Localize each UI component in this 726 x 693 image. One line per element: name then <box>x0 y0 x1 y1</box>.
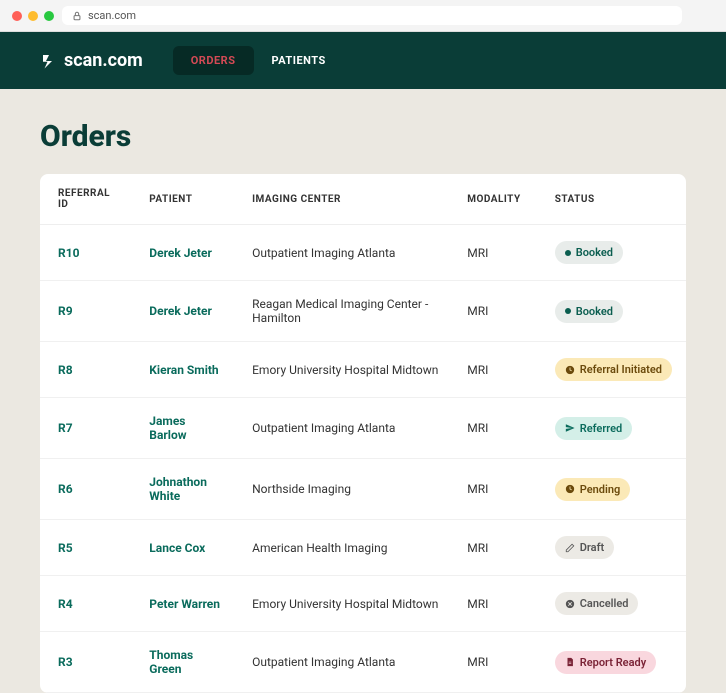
modality-cell: MRI <box>453 281 541 342</box>
report-ready-status-icon <box>565 657 575 667</box>
referred-status-icon <box>565 423 575 433</box>
table-row[interactable]: R10 Derek Jeter Outpatient Imaging Atlanta… <box>40 225 686 281</box>
imaging-center-cell: Outpatient Imaging Atlanta <box>238 225 453 281</box>
url-bar[interactable]: scan.com <box>62 6 682 25</box>
patient-link[interactable]: Lance Cox <box>149 541 205 555</box>
patient-link[interactable]: Derek Jeter <box>149 304 212 318</box>
status-badge: Booked <box>555 241 623 264</box>
status-badge: Booked <box>555 300 623 323</box>
nav-tab-orders[interactable]: ORDERS <box>173 46 254 75</box>
referral-id-link[interactable]: R6 <box>58 482 73 496</box>
browser-chrome: scan.com <box>0 0 726 32</box>
imaging-center-cell: Northside Imaging <box>238 459 453 520</box>
patient-link[interactable]: Peter Warren <box>149 597 220 611</box>
referral-id-link[interactable]: R10 <box>58 246 79 260</box>
nav-tab-patients[interactable]: PATIENTS <box>254 46 344 75</box>
table-row[interactable]: R9 Derek Jeter Reagan Medical Imaging Cent… <box>40 281 686 342</box>
orders-table: REFERRAL ID PATIENT IMAGING CENTER MODAL… <box>40 174 686 693</box>
orders-table-container: REFERRAL ID PATIENT IMAGING CENTER MODAL… <box>40 174 686 693</box>
imaging-center-cell: Emory University Hospital Midtown <box>238 342 453 398</box>
referral-id-link[interactable]: R5 <box>58 541 73 555</box>
imaging-center-cell: Outpatient Imaging Atlanta <box>238 632 453 693</box>
pending-status-icon <box>565 484 575 494</box>
table-row[interactable]: R5 Lance Cox American Health ImagingMRI Dra… <box>40 520 686 576</box>
status-badge: Referred <box>555 417 633 440</box>
table-row[interactable]: R6 Johnathon White Northside ImagingMRI Pen… <box>40 459 686 520</box>
traffic-lights <box>12 11 54 21</box>
modality-cell: MRI <box>453 576 541 632</box>
status-badge: Cancelled <box>555 592 639 615</box>
column-header-patient[interactable]: PATIENT <box>135 174 238 225</box>
logo[interactable]: scan.com <box>40 50 143 71</box>
booked-status-icon <box>565 250 571 256</box>
status-label: Report Ready <box>580 656 646 669</box>
status-label: Cancelled <box>580 597 629 610</box>
referral-id-link[interactable]: R8 <box>58 363 73 377</box>
imaging-center-cell: Reagan Medical Imaging Center - Hamilton <box>238 281 453 342</box>
status-badge: Report Ready <box>555 651 656 674</box>
table-row[interactable]: R3 Thomas Green Outpatient Imaging Atlanta… <box>40 632 686 693</box>
patient-link[interactable]: Thomas Green <box>149 648 193 676</box>
status-label: Referral Initiated <box>580 363 662 376</box>
imaging-center-cell: American Health Imaging <box>238 520 453 576</box>
referral-id-link[interactable]: R7 <box>58 421 73 435</box>
modality-cell: MRI <box>453 520 541 576</box>
patient-link[interactable]: Derek Jeter <box>149 246 212 260</box>
status-badge: Pending <box>555 478 631 501</box>
imaging-center-cell: Outpatient Imaging Atlanta <box>238 398 453 459</box>
patient-link[interactable]: Johnathon White <box>149 475 207 503</box>
modality-cell: MRI <box>453 398 541 459</box>
lock-icon <box>72 11 82 21</box>
nav-tabs: ORDERSPATIENTS <box>173 46 344 75</box>
modality-cell: MRI <box>453 459 541 520</box>
status-label: Pending <box>580 483 621 496</box>
column-header-modality[interactable]: MODALITY <box>453 174 541 225</box>
modality-cell: MRI <box>453 342 541 398</box>
referral-id-link[interactable]: R9 <box>58 304 73 318</box>
column-header-status[interactable]: STATUS <box>541 174 686 225</box>
referral-id-link[interactable]: R3 <box>58 655 73 669</box>
table-row[interactable]: R4 Peter Warren Emory University Hospital … <box>40 576 686 632</box>
status-badge: Draft <box>555 536 614 559</box>
minimize-window-button[interactable] <box>28 11 38 21</box>
table-row[interactable]: R8 Kieran Smith Emory University Hospital … <box>40 342 686 398</box>
content-area: Orders REFERRAL ID PATIENT IMAGING CENTE… <box>0 89 726 693</box>
status-label: Referred <box>580 422 623 435</box>
modality-cell: MRI <box>453 225 541 281</box>
referral-initiated-status-icon <box>565 365 575 375</box>
referral-id-link[interactable]: R4 <box>58 597 73 611</box>
status-badge: Referral Initiated <box>555 358 672 381</box>
table-header-row: REFERRAL ID PATIENT IMAGING CENTER MODAL… <box>40 174 686 225</box>
patient-link[interactable]: Kieran Smith <box>149 363 218 377</box>
status-label: Booked <box>576 305 613 318</box>
booked-status-icon <box>565 308 571 314</box>
page-title: Orders <box>40 119 686 154</box>
close-window-button[interactable] <box>12 11 22 21</box>
imaging-center-cell: Emory University Hospital Midtown <box>238 576 453 632</box>
patient-link[interactable]: James Barlow <box>149 414 186 442</box>
top-nav: scan.com ORDERSPATIENTS <box>0 32 726 89</box>
url-text: scan.com <box>88 9 136 22</box>
maximize-window-button[interactable] <box>44 11 54 21</box>
column-header-referral-id[interactable]: REFERRAL ID <box>40 174 135 225</box>
cancelled-status-icon <box>565 599 575 609</box>
status-label: Draft <box>580 541 604 554</box>
column-header-imaging-center[interactable]: IMAGING CENTER <box>238 174 453 225</box>
table-row[interactable]: R7 James Barlow Outpatient Imaging Atlanta… <box>40 398 686 459</box>
logo-text: scan.com <box>64 50 143 71</box>
modality-cell: MRI <box>453 632 541 693</box>
status-label: Booked <box>576 246 613 259</box>
logo-mark-icon <box>40 52 58 70</box>
draft-status-icon <box>565 543 575 553</box>
